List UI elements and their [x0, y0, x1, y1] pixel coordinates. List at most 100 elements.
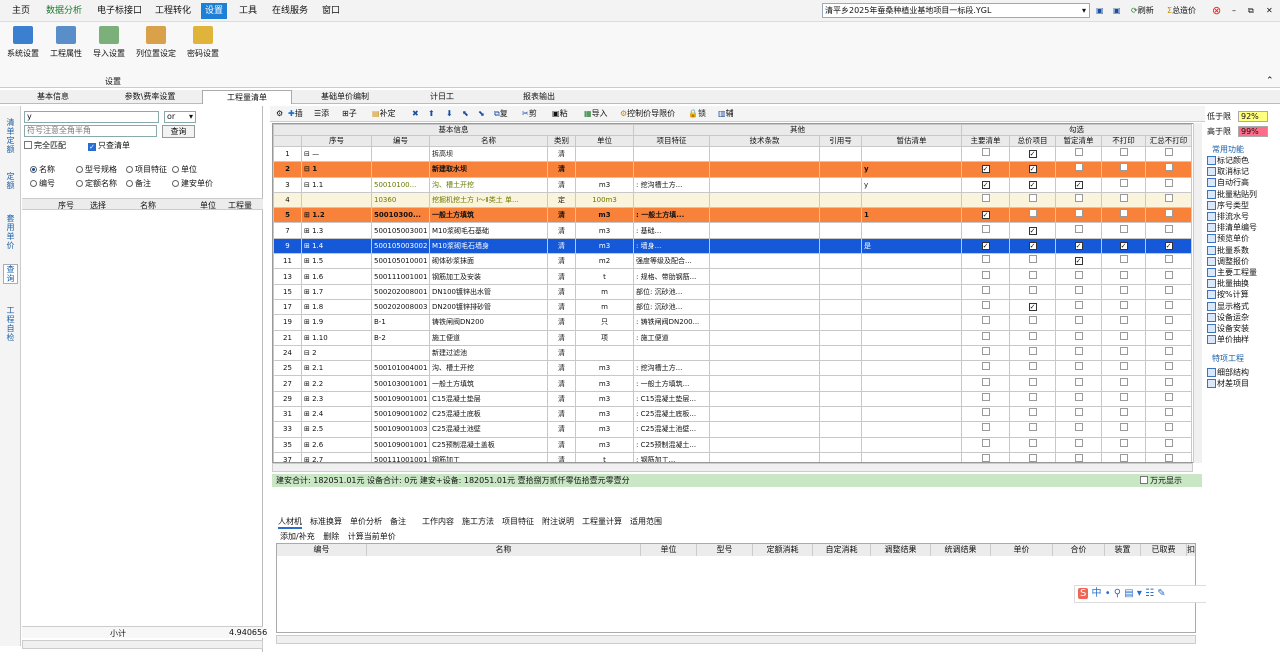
row-tech[interactable]: [709, 207, 821, 224]
checkbox-icon[interactable]: [1028, 285, 1037, 294]
row-tree[interactable]: ⊟ —: [301, 145, 372, 163]
tab-unit-price[interactable]: 基础单价编制: [300, 90, 390, 104]
row-category[interactable]: 清: [547, 268, 576, 285]
checkbox-icon[interactable]: [1074, 209, 1083, 218]
radio-spec[interactable]: 型号规格: [76, 165, 117, 175]
checkbox-icon[interactable]: [1028, 408, 1037, 417]
col-name[interactable]: 名称: [429, 135, 548, 147]
toolbar-options-icon[interactable]: ⚙: [276, 108, 283, 120]
row-provisional[interactable]: y: [861, 161, 963, 178]
row-provisional[interactable]: [861, 283, 963, 300]
col-ref[interactable]: 引用号: [819, 135, 863, 147]
row-code[interactable]: 500109001003: [371, 421, 430, 438]
checkbox-icon[interactable]: [1074, 423, 1083, 432]
checkbox-icon[interactable]: [1028, 362, 1037, 371]
row-category[interactable]: 清: [547, 207, 576, 224]
row-feature[interactable]: : 挖沟槽土方...: [633, 176, 711, 193]
checkbox-icon[interactable]: [1028, 270, 1037, 279]
checkbox-icon[interactable]: [981, 270, 990, 279]
fn-material-diff[interactable]: 材差项目: [1207, 379, 1249, 389]
row-number[interactable]: 19: [273, 314, 302, 331]
row-tech[interactable]: [709, 298, 821, 316]
row-tree[interactable]: ⊞ 2.3: [301, 390, 372, 408]
checkbox-icon[interactable]: [981, 331, 990, 340]
row-unit[interactable]: m3: [574, 222, 635, 239]
row-code[interactable]: 500109001002: [371, 406, 430, 423]
row-unit[interactable]: m: [574, 283, 635, 300]
row-category[interactable]: 清: [547, 406, 576, 423]
fn-item[interactable]: 排流水号: [1207, 212, 1249, 222]
btab-remark[interactable]: 备注: [390, 516, 406, 527]
radio-name[interactable]: 名称: [30, 165, 55, 175]
row-code[interactable]: 10360: [371, 191, 430, 209]
bottom-hscrollbar[interactable]: [276, 635, 1196, 644]
checkbox-checked-icon[interactable]: ✓: [1028, 180, 1037, 189]
checkbox-icon[interactable]: [1028, 316, 1037, 325]
row-unit[interactable]: m3: [574, 406, 635, 423]
checkbox-icon[interactable]: [981, 316, 990, 325]
row-tree[interactable]: ⊟ 2: [301, 344, 372, 362]
row-name[interactable]: C25混凝土底板: [429, 406, 548, 423]
row-tree[interactable]: ⊞ 1.10: [301, 329, 372, 346]
total-cost-button[interactable]: Σ总造价: [1167, 3, 1196, 19]
vtab-self-check[interactable]: 工程自检: [3, 306, 18, 342]
fn-item[interactable]: 预览单价: [1207, 234, 1249, 244]
row-category[interactable]: 清: [547, 298, 576, 316]
table-row[interactable]: 27 ⊞ 2.2 500103001001 一般土方填筑清 m3: 一般土方填筑...: [273, 375, 1193, 392]
col-feature[interactable]: 项目特征: [633, 135, 711, 147]
col-provisional[interactable]: 暂估清单: [861, 135, 963, 147]
only-list-checkbox[interactable]: ✓ 只查清单: [88, 141, 130, 151]
row-provisional[interactable]: [861, 145, 963, 163]
checkbox-icon[interactable]: [1164, 423, 1173, 432]
password-settings-button[interactable]: 密码设置: [183, 26, 223, 59]
cut-button[interactable]: ✂剪: [522, 108, 537, 120]
row-provisional[interactable]: [861, 222, 963, 239]
row-provisional[interactable]: [861, 360, 963, 377]
row-unit[interactable]: m3: [574, 207, 635, 224]
row-category[interactable]: 清: [547, 176, 576, 193]
row-unit[interactable]: m3: [574, 390, 635, 408]
row-feature[interactable]: [633, 145, 711, 163]
menu-settings[interactable]: 设置: [201, 3, 228, 19]
radio-quota-name[interactable]: 定额名称: [76, 179, 117, 189]
row-tech[interactable]: [709, 344, 821, 362]
fn-item[interactable]: 主要工程量: [1207, 268, 1257, 278]
row-unit[interactable]: m3: [574, 176, 635, 193]
row-tech[interactable]: [709, 406, 821, 423]
checkbox-icon[interactable]: [1119, 255, 1128, 264]
checkbox-icon[interactable]: [1074, 438, 1083, 447]
vtab-bill-quota[interactable]: 清单定额: [3, 118, 18, 154]
checkbox-checked-icon[interactable]: ✓: [1028, 165, 1037, 174]
row-name[interactable]: 沟、槽土开挖: [429, 176, 548, 193]
checkbox-checked-icon[interactable]: ✓: [1028, 303, 1037, 312]
row-category[interactable]: 清: [547, 222, 576, 239]
menu-window[interactable]: 窗口: [318, 3, 344, 19]
checkbox-icon[interactable]: [1028, 209, 1037, 218]
row-number[interactable]: 37: [273, 451, 302, 462]
radio-build-price[interactable]: 建安单价: [172, 179, 213, 189]
row-name[interactable]: 挖掘机挖土方 Ⅰ～Ⅱ类土 单...: [429, 191, 548, 209]
query-button[interactable]: 查询: [162, 125, 195, 138]
row-ref[interactable]: [819, 161, 863, 178]
row-category[interactable]: 清: [547, 436, 576, 453]
row-tech[interactable]: [709, 390, 821, 408]
col-sum-noprint[interactable]: 汇总不打印: [1145, 135, 1193, 147]
btab-qty-calc[interactable]: 工程量计算: [582, 516, 622, 527]
fn-item[interactable]: 按%计算: [1207, 290, 1249, 300]
checkbox-icon[interactable]: [1119, 224, 1128, 233]
checkbox-icon[interactable]: [1119, 316, 1128, 325]
supplement-button[interactable]: ▤补定: [372, 108, 396, 120]
checkbox-icon[interactable]: [1164, 209, 1173, 218]
row-ref[interactable]: [819, 314, 863, 331]
checkbox-icon[interactable]: [1028, 194, 1037, 203]
row-category[interactable]: 清: [547, 314, 576, 331]
checkbox-checked-icon[interactable]: ✓: [1164, 241, 1173, 250]
row-provisional[interactable]: [861, 253, 963, 270]
row-code[interactable]: 500105010001: [371, 253, 430, 270]
checkbox-icon[interactable]: [1074, 316, 1083, 325]
menu-convert[interactable]: 工程转化: [151, 3, 195, 19]
row-name[interactable]: 钢筋加工: [429, 451, 548, 462]
row-tech[interactable]: [709, 268, 821, 285]
btab-resources[interactable]: 人材机: [278, 516, 302, 529]
checkbox-checked-icon[interactable]: ✓: [1074, 241, 1083, 250]
